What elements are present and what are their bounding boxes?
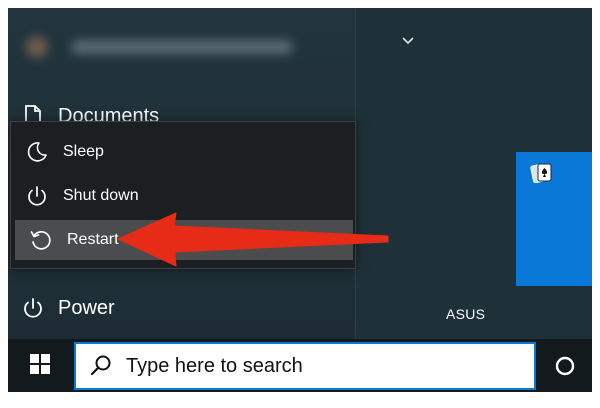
- power-options-menu: Sleep Shut down Restart: [10, 121, 356, 269]
- start-button[interactable]: [20, 351, 60, 381]
- cortana-circle-icon[interactable]: [554, 355, 576, 377]
- power-icon: [8, 297, 58, 319]
- solitaire-cards-icon: [530, 162, 554, 189]
- avatar: [26, 36, 48, 58]
- tile-label: ASUS: [446, 306, 486, 322]
- app-tile[interactable]: [516, 152, 592, 286]
- shut-down-label: Shut down: [63, 187, 139, 204]
- taskbar: Type here to search: [8, 339, 592, 392]
- windows-logo-icon: [29, 353, 51, 380]
- blurred-user-name: [72, 40, 292, 54]
- sleep-option[interactable]: Sleep: [11, 132, 355, 172]
- screenshot-frame: Documents Power ASUS Sleep Shut down Res…: [8, 8, 592, 392]
- chevron-down-icon[interactable]: [400, 34, 416, 46]
- power-icon: [11, 185, 63, 207]
- restart-option[interactable]: Restart: [15, 220, 353, 260]
- restart-label: Restart: [67, 231, 119, 248]
- start-menu-tiles-area: ASUS: [355, 8, 592, 339]
- sleep-label: Sleep: [63, 143, 104, 160]
- shut-down-option[interactable]: Shut down: [11, 176, 355, 216]
- restart-icon: [15, 229, 67, 251]
- search-icon: [76, 354, 126, 378]
- start-item-power[interactable]: Power: [8, 288, 355, 328]
- taskbar-search-box[interactable]: Type here to search: [74, 342, 536, 390]
- search-placeholder: Type here to search: [126, 354, 303, 377]
- blurred-user-account[interactable]: [22, 34, 298, 62]
- power-label: Power: [58, 296, 115, 319]
- sleep-moon-icon: [11, 141, 63, 163]
